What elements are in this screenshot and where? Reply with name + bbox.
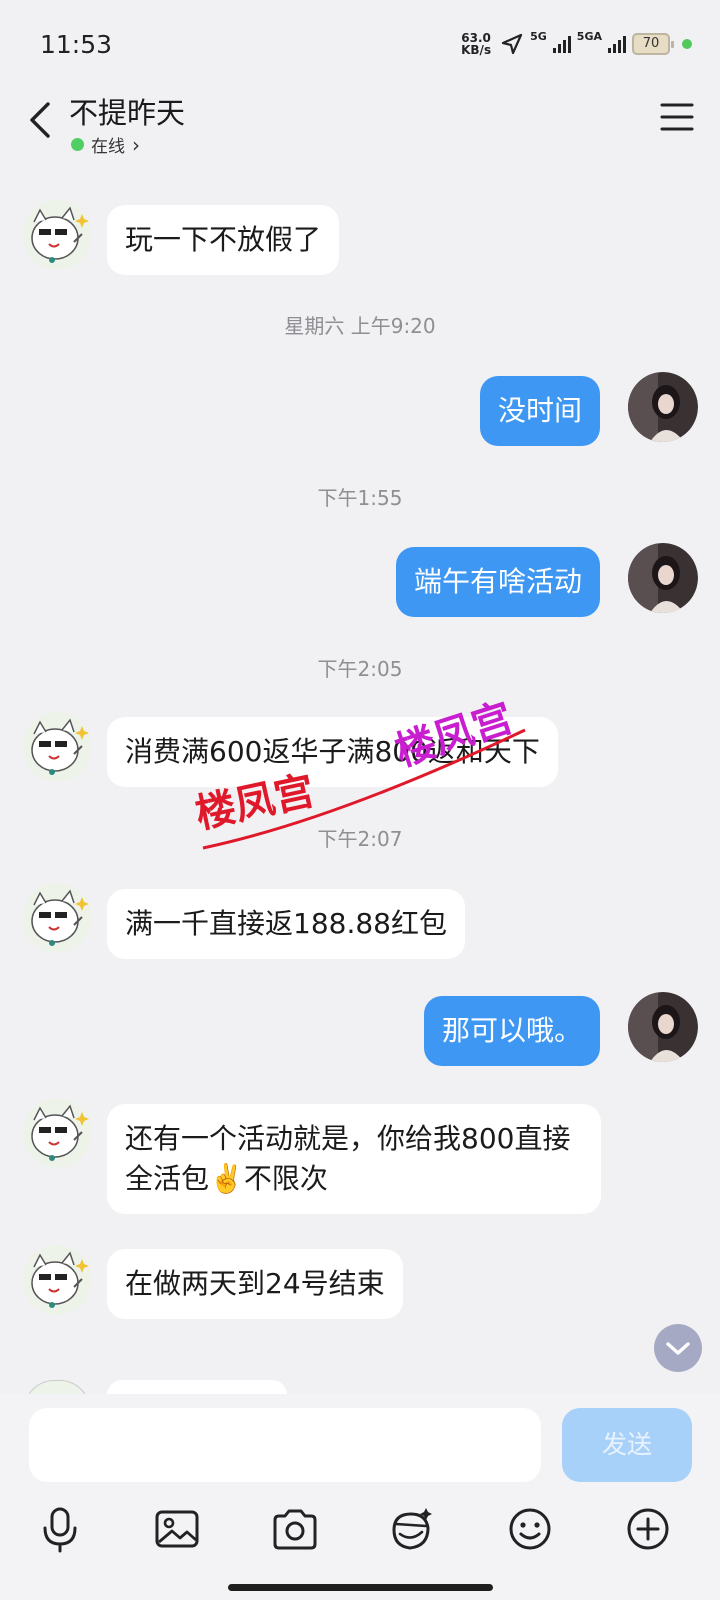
location-arrow-icon xyxy=(502,33,523,55)
status-bar: 11:53 63.0 KB/s 5G 5GA 70 xyxy=(0,0,720,90)
incoming-message xyxy=(107,1380,287,1394)
composer-toolbar xyxy=(0,1504,720,1564)
contact-name[interactable]: 不提昨天 xyxy=(69,90,185,132)
chevron-down-icon xyxy=(666,1342,690,1355)
user-avatar[interactable] xyxy=(628,543,698,613)
online-status[interactable]: 在线 › xyxy=(71,132,140,157)
user-avatar[interactable] xyxy=(628,992,698,1062)
contact-avatar[interactable] xyxy=(22,1245,92,1315)
outgoing-message[interactable]: 端午有啥活动 xyxy=(395,547,600,617)
signal-icon xyxy=(608,35,626,53)
home-indicator[interactable] xyxy=(228,1584,493,1591)
composer: 发送 xyxy=(0,1394,720,1600)
emoji-icon[interactable] xyxy=(505,1504,555,1554)
message-timestamp: 下午2:05 xyxy=(317,657,403,681)
contact-avatar[interactable] xyxy=(22,712,92,782)
message-timestamp: 星期六 上午9:20 xyxy=(284,314,436,338)
message-row-partial xyxy=(0,1380,720,1394)
contact-avatar[interactable] xyxy=(22,883,92,953)
incoming-message[interactable]: 在做两天到24号结束 xyxy=(107,1249,403,1319)
contact-avatar[interactable] xyxy=(22,1098,92,1168)
online-dot-icon xyxy=(71,138,84,151)
menu-icon[interactable] xyxy=(660,102,694,132)
battery-icon: 70 xyxy=(632,33,674,55)
status-icons: 63.0 KB/s 5G 5GA 70 xyxy=(458,29,692,57)
online-status-label: 在线 xyxy=(91,137,125,157)
chevron-right-icon: › xyxy=(132,132,140,157)
user-avatar[interactable] xyxy=(628,372,698,442)
chat-header: 不提昨天 在线 › xyxy=(0,90,720,165)
plus-icon[interactable] xyxy=(623,1504,673,1554)
network-speed: 63.0 KB/s xyxy=(461,31,492,57)
incoming-message[interactable]: 玩一下不放假了 xyxy=(107,205,340,275)
status-time: 11:53 xyxy=(40,30,113,59)
sim2-label: 5GA xyxy=(576,29,602,43)
privacy-dot-icon xyxy=(682,39,692,49)
incoming-message[interactable]: 还有一个活动就是，你给我800直接全活包✌️不限次 xyxy=(107,1104,601,1214)
camera-icon[interactable] xyxy=(270,1504,320,1554)
message-input[interactable] xyxy=(29,1408,541,1482)
contact-avatar[interactable] xyxy=(22,200,92,270)
image-icon[interactable] xyxy=(152,1504,202,1554)
sim1-label: 5G xyxy=(530,29,547,43)
send-button[interactable]: 发送 xyxy=(562,1408,692,1482)
sticker-icon[interactable] xyxy=(386,1504,436,1554)
watermark-red: 楼凤宫 xyxy=(195,768,318,838)
incoming-message[interactable]: 满一千直接返188.88红包 xyxy=(107,889,465,959)
contact-avatar xyxy=(24,1380,90,1394)
outgoing-message[interactable]: 没时间 xyxy=(479,376,600,446)
message-timestamp: 下午1:55 xyxy=(317,486,403,510)
back-icon[interactable] xyxy=(22,98,62,142)
signal-icon xyxy=(552,35,571,53)
microphone-icon[interactable] xyxy=(35,1504,85,1554)
watermark-magenta: 楼凤宫 xyxy=(390,700,518,776)
watermark-stamp: 楼凤宫 楼凤宫 xyxy=(195,700,526,850)
scroll-to-bottom-button[interactable] xyxy=(654,1324,702,1372)
outgoing-message[interactable]: 那可以哦。 xyxy=(423,996,600,1066)
